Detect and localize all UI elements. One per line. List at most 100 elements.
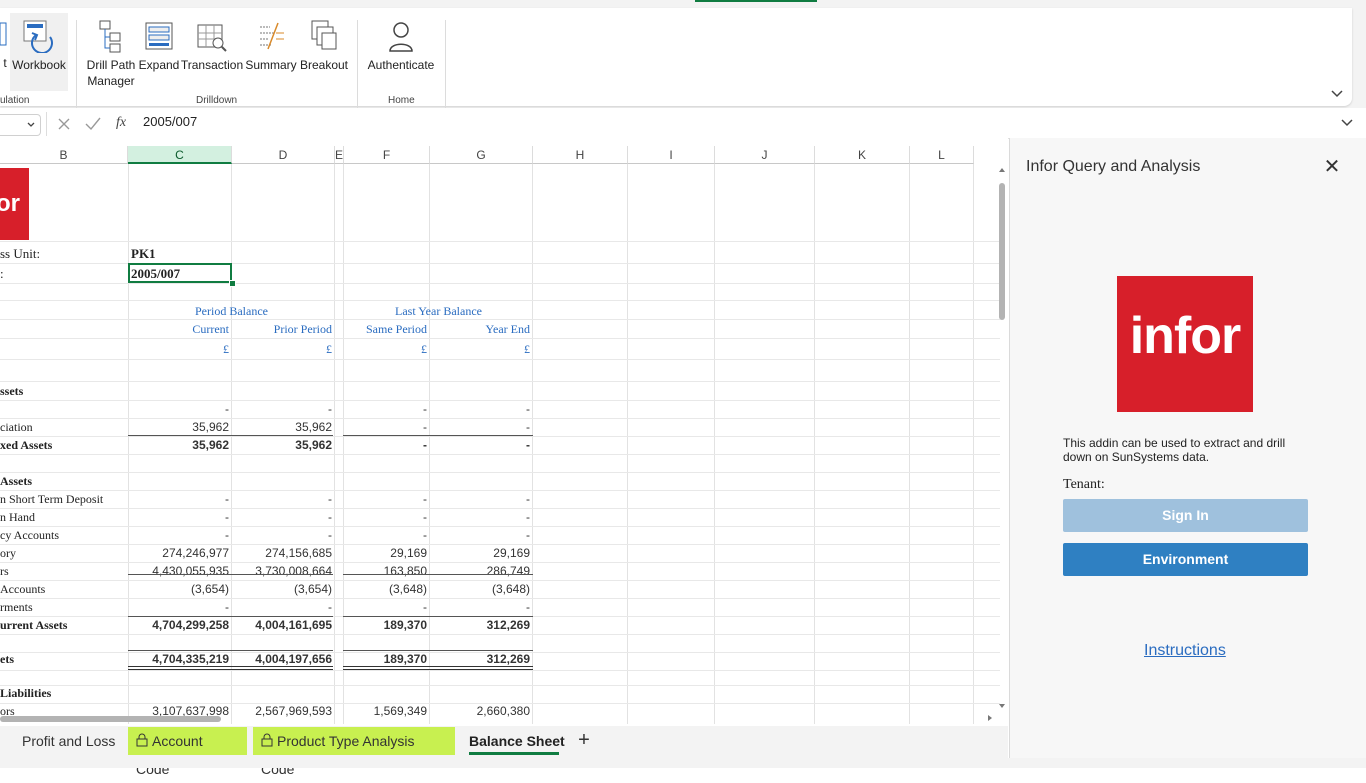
formula-expand-chevron-icon[interactable] <box>1340 117 1354 129</box>
column-header-i[interactable]: I <box>628 146 715 164</box>
value-cell[interactable]: - <box>128 600 229 614</box>
authenticate-button[interactable]: Authenticate <box>364 13 438 91</box>
row-label: ssets <box>0 384 24 398</box>
value-cell[interactable]: - <box>430 510 530 524</box>
value-cell[interactable]: 1,569,349 <box>344 704 427 718</box>
value-cell[interactable]: - <box>128 510 229 524</box>
value-cell[interactable]: 35,962 <box>232 438 332 452</box>
sheet-tab-balance-sheet[interactable]: Balance Sheet <box>461 727 573 755</box>
value-cell[interactable]: 189,370 <box>344 652 427 666</box>
ribbon-collapse-chevron-icon[interactable] <box>1328 84 1346 102</box>
value-cell[interactable]: - <box>232 492 332 506</box>
column-header-c[interactable]: C <box>128 146 232 164</box>
insert-function-icon[interactable]: fx <box>116 115 126 131</box>
value-cell[interactable]: - <box>430 402 530 416</box>
gridline <box>0 544 1000 545</box>
value-cell[interactable]: 274,156,685 <box>232 546 332 560</box>
column-header-h[interactable]: H <box>533 146 628 164</box>
scroll-up-arrow-icon[interactable] <box>998 166 1006 174</box>
value-cell[interactable]: - <box>232 402 332 416</box>
value-cell[interactable]: 35,962 <box>128 438 229 452</box>
value-cell[interactable]: 4,004,161,695 <box>232 618 332 632</box>
workbook-button[interactable]: Workbook <box>10 13 68 91</box>
drill-path-manager-button[interactable]: Drill Path Manager <box>84 13 138 91</box>
value-cell[interactable]: - <box>430 600 530 614</box>
value-cell[interactable]: (3,654) <box>232 582 332 596</box>
value-cell[interactable]: 4,704,299,258 <box>128 618 229 632</box>
column-header-e[interactable]: E <box>335 146 344 164</box>
value-cell[interactable]: - <box>344 600 427 614</box>
fill-handle[interactable] <box>229 280 236 287</box>
column-header-k[interactable]: K <box>815 146 910 164</box>
value-cell[interactable]: 312,269 <box>430 618 530 632</box>
value-cell[interactable]: - <box>344 510 427 524</box>
value-cell[interactable]: - <box>232 528 332 542</box>
horizontal-scrollbar-thumb[interactable] <box>0 716 221 722</box>
value-cell[interactable]: 163,850 <box>344 564 427 578</box>
value-cell[interactable]: - <box>128 402 229 416</box>
value-cell[interactable]: - <box>430 438 530 452</box>
sheet-tab-product-type-analysis-code[interactable]: Product Type Analysis Code <box>253 727 455 777</box>
column-header-j[interactable]: J <box>715 146 815 164</box>
value-cell[interactable]: - <box>344 402 427 416</box>
ribbon-button-partial[interactable]: t <box>0 13 10 91</box>
column-header-g[interactable]: G <box>430 146 533 164</box>
worksheet-grid[interactable]: B C D E F G H I J K L or ss Unit: PK1: … <box>0 138 1008 726</box>
value-cell[interactable]: (3,648) <box>430 582 530 596</box>
value-cell[interactable]: 312,269 <box>430 652 530 666</box>
value-cell[interactable]: - <box>430 420 530 434</box>
value-cell[interactable]: 29,169 <box>430 546 530 560</box>
value-cell[interactable]: 274,246,977 <box>128 546 229 560</box>
column-header-b[interactable]: B <box>0 146 128 164</box>
sheet-tab-profit-and-loss[interactable]: Profit and Loss <box>14 727 123 755</box>
environment-button[interactable]: Environment <box>1063 543 1308 576</box>
vertical-scrollbar-thumb[interactable] <box>999 183 1005 320</box>
value-cell[interactable]: 189,370 <box>344 618 427 632</box>
sheet-tab-account-code[interactable]: Account Code <box>128 727 247 777</box>
value-cell[interactable]: 4,704,335,219 <box>128 652 229 666</box>
value-cell[interactable]: - <box>232 600 332 614</box>
gridline <box>627 164 628 724</box>
value-cell[interactable]: 4,004,197,656 <box>232 652 332 666</box>
scroll-right-arrow-icon[interactable] <box>986 714 994 722</box>
column-header-f[interactable]: F <box>344 146 430 164</box>
value-cell[interactable]: - <box>232 510 332 524</box>
value-cell[interactable]: - <box>128 528 229 542</box>
value-cell[interactable]: 3,730,008,664 <box>232 564 332 578</box>
value-cell[interactable]: 35,962 <box>128 420 229 434</box>
transaction-button[interactable]: Transaction <box>180 13 244 91</box>
summary-button[interactable]: Summary <box>244 13 298 91</box>
ribbon-panel: t Workbook ulation Drill Path Manager Ex… <box>0 8 1352 110</box>
value-cell[interactable]: - <box>430 528 530 542</box>
value-cell[interactable]: - <box>344 420 427 434</box>
value-cell[interactable]: - <box>430 492 530 506</box>
value-cell[interactable]: (3,648) <box>344 582 427 596</box>
instructions-link[interactable]: Instructions <box>1144 642 1226 660</box>
business-unit-value[interactable]: PK1 <box>131 246 156 262</box>
add-sheet-plus-icon[interactable]: + <box>573 729 595 751</box>
value-cell[interactable]: 2,660,380 <box>430 704 530 718</box>
cancel-x-icon[interactable] <box>56 116 72 132</box>
scroll-down-arrow-icon[interactable] <box>998 702 1006 710</box>
column-header-l[interactable]: L <box>910 146 974 164</box>
value-cell[interactable]: - <box>344 528 427 542</box>
value-cell[interactable]: 4,430,055,935 <box>128 564 229 578</box>
expand-button[interactable]: Expand <box>138 13 180 91</box>
value-cell[interactable]: 29,169 <box>344 546 427 560</box>
tenant-label: Tenant: <box>1063 477 1105 492</box>
value-cell[interactable]: 286,749 <box>430 564 530 578</box>
formula-input[interactable]: 2005/007 <box>143 114 197 129</box>
breakout-button[interactable]: Breakout <box>298 13 350 91</box>
value-cell[interactable]: - <box>344 492 427 506</box>
value-cell[interactable]: (3,654) <box>128 582 229 596</box>
name-box[interactable] <box>0 114 41 136</box>
value-cell[interactable]: 35,962 <box>232 420 332 434</box>
value-cell[interactable]: 2,567,969,593 <box>232 704 332 718</box>
value-cell[interactable]: - <box>128 492 229 506</box>
enter-check-icon[interactable] <box>84 116 102 132</box>
value-cell[interactable]: - <box>344 438 427 452</box>
close-icon[interactable]: ✕ <box>1322 157 1342 178</box>
same-period-header: Same Period <box>366 322 427 336</box>
column-header-d[interactable]: D <box>232 146 335 164</box>
sign-in-button[interactable]: Sign In <box>1063 499 1308 532</box>
